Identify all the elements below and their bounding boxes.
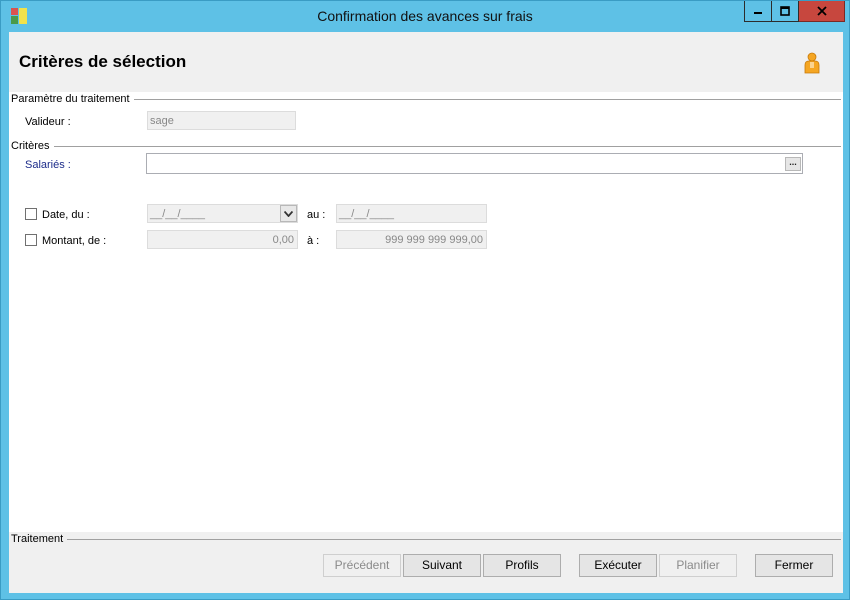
- date-label: Date, du :: [42, 209, 90, 221]
- valideur-field: sage: [147, 111, 296, 130]
- close-icon: [816, 6, 827, 16]
- section-divider: [11, 99, 841, 100]
- dialog-body: Critères de sélection Paramètre du trait…: [9, 32, 843, 593]
- date-checkbox[interactable]: [25, 208, 37, 220]
- suivant-button[interactable]: Suivant: [403, 554, 481, 577]
- section-divider: [11, 539, 841, 540]
- precedent-button[interactable]: Précédent: [323, 554, 401, 577]
- user-icon[interactable]: [803, 52, 821, 74]
- profils-button[interactable]: Profils: [483, 554, 561, 577]
- planifier-button[interactable]: Planifier: [659, 554, 737, 577]
- close-button[interactable]: [799, 1, 845, 22]
- page-title: Critères de sélection: [19, 52, 187, 71]
- executer-button[interactable]: Exécuter: [579, 554, 657, 577]
- date-dropdown-button[interactable]: [280, 205, 297, 222]
- montant-label: Montant, de :: [42, 235, 107, 247]
- date-from-field[interactable]: __/__/____: [147, 204, 298, 223]
- montant-checkbox[interactable]: [25, 234, 37, 246]
- application-window: Confirmation des avances sur frais Critè…: [0, 0, 850, 600]
- section-criteres: Critères: [11, 140, 54, 152]
- valideur-label: Valideur :: [25, 116, 71, 128]
- salaries-input[interactable]: [146, 153, 803, 174]
- minimize-button[interactable]: [744, 1, 772, 22]
- title-bar[interactable]: Confirmation des avances sur frais: [1, 1, 849, 31]
- salaries-label: Salariés :: [25, 159, 71, 171]
- maximize-icon: [780, 6, 790, 16]
- salaries-browse-button[interactable]: ...: [785, 157, 801, 171]
- chevron-down-icon: [284, 210, 293, 217]
- maximize-button[interactable]: [772, 1, 799, 22]
- section-traitement: Traitement: [11, 533, 68, 545]
- section-divider: [11, 146, 841, 147]
- header-panel: Critères de sélection: [9, 32, 843, 92]
- window-title: Confirmation des avances sur frais: [317, 8, 533, 24]
- montant-from-field[interactable]: 0,00: [147, 230, 298, 249]
- date-to-label: au :: [307, 209, 326, 221]
- fermer-button[interactable]: Fermer: [755, 554, 833, 577]
- date-to-field[interactable]: __/__/____: [336, 204, 487, 223]
- montant-to-field[interactable]: 999 999 999 999,00: [336, 230, 487, 249]
- montant-to-label: à :: [307, 235, 320, 247]
- minimize-icon: [754, 12, 762, 14]
- footer-panel: Traitement Précédent Suivant Profils Exé…: [9, 532, 843, 593]
- section-parametre: Paramètre du traitement: [11, 93, 134, 105]
